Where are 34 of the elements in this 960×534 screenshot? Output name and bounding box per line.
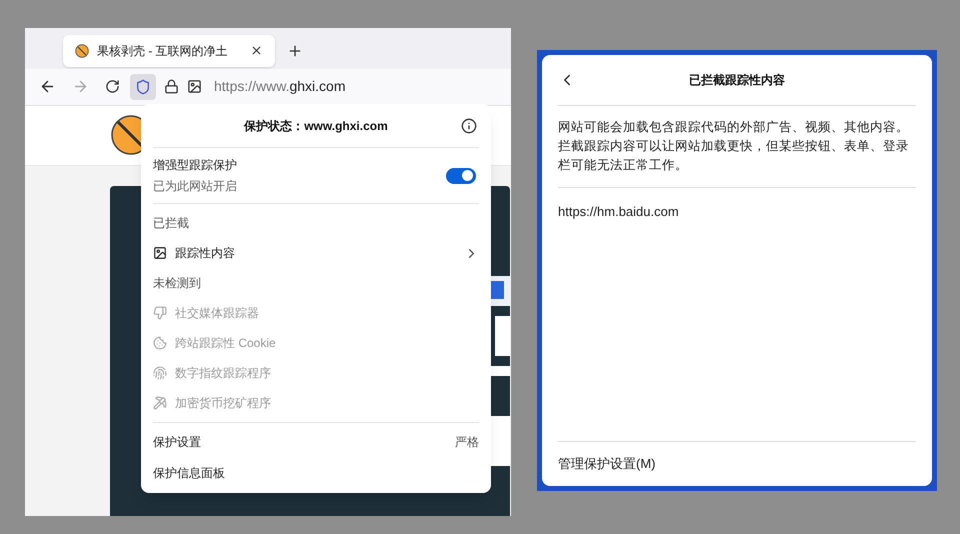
blocked-item[interactable]: 跟踪性内容 bbox=[153, 238, 479, 268]
new-tab-icon[interactable] bbox=[287, 42, 303, 59]
url-field[interactable]: https://www.ghxi.com bbox=[214, 76, 346, 98]
section-heading: 已拦截 bbox=[153, 215, 189, 232]
tracker-label: 跨站跟踪性 Cookie bbox=[175, 335, 276, 352]
info-icon[interactable] bbox=[461, 118, 477, 134]
panel-description: 网站可能会加载包含跟踪代码的外部广告、视频、其他内容。拦截跟踪内容可以让网站加载更快，但某些按钮、表单、登录栏可能无法正常工作。 bbox=[558, 119, 910, 174]
shield-button[interactable] bbox=[130, 74, 156, 100]
tab-title: 果核剥壳 - 互联网的净土 bbox=[97, 42, 229, 60]
image-icon bbox=[153, 246, 167, 260]
tracker-site: https://hm.baidu.com bbox=[558, 203, 680, 221]
logo-icon bbox=[75, 44, 89, 58]
thumbs-down-icon bbox=[153, 306, 167, 320]
tracker-label: 数字指纹跟踪程序 bbox=[175, 365, 271, 382]
fingerprint-icon bbox=[153, 366, 167, 380]
protection-label: 增强型跟踪保护 bbox=[153, 157, 238, 174]
tracker-label: 社交媒体跟踪器 bbox=[175, 305, 259, 322]
close-icon[interactable] bbox=[250, 44, 263, 58]
reload-icon[interactable] bbox=[105, 79, 120, 94]
browser-tab[interactable]: 果核剥壳 - 互联网的净土 bbox=[63, 34, 275, 67]
tracker-label: 加密货币挖矿程序 bbox=[175, 395, 271, 412]
lock-icon[interactable] bbox=[164, 79, 179, 94]
cookie-icon bbox=[153, 336, 167, 350]
dashboard-item[interactable]: 保护信息面板 bbox=[153, 459, 479, 487]
image-icon[interactable] bbox=[187, 79, 202, 94]
manage-settings-link[interactable]: 管理保护设置(M) bbox=[558, 454, 656, 474]
panel-title: 已拦截跟踪性内容 bbox=[689, 72, 785, 89]
section-heading: 未检测到 bbox=[153, 275, 201, 292]
settings-item[interactable]: 保护设置 严格 bbox=[153, 425, 479, 459]
popup-title: 保护状态：www.ghxi.com bbox=[244, 118, 388, 134]
pickaxe-icon bbox=[153, 396, 167, 410]
toggle-switch[interactable] bbox=[446, 168, 476, 184]
shield-icon bbox=[135, 78, 151, 95]
protection-status: 已为此网站开启 bbox=[153, 178, 238, 195]
